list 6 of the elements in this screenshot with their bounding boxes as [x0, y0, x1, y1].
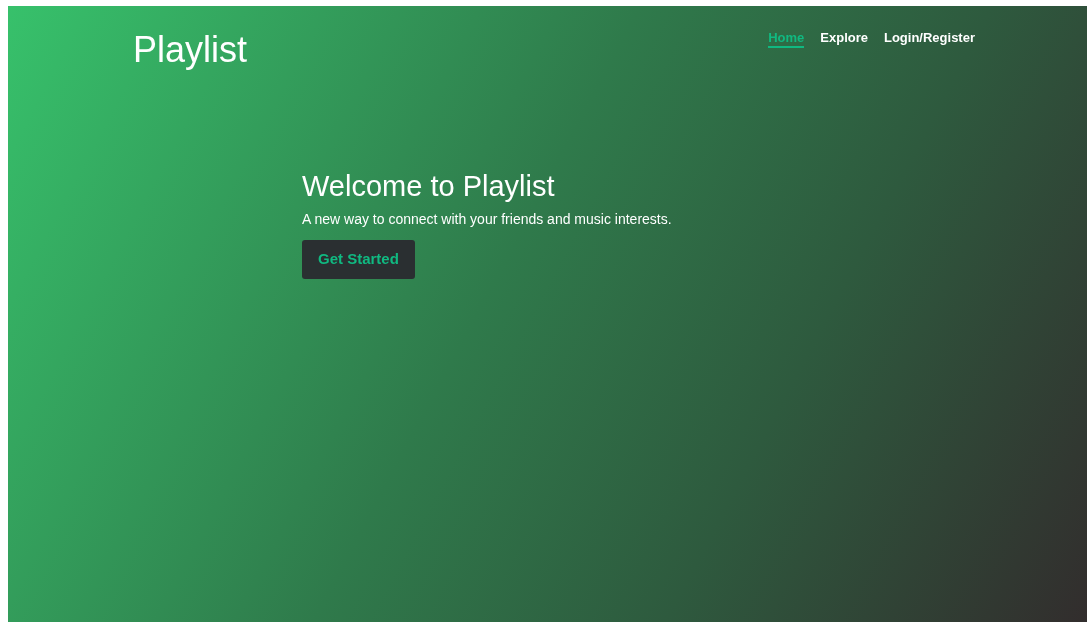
nav-link[interactable]: Login/Register: [884, 30, 975, 48]
brand-title: Playlist: [133, 28, 248, 72]
hero-subtitle: A new way to connect with your friends and music interests.: [302, 210, 672, 229]
hero-title: Welcome to Playlist: [302, 169, 555, 204]
get-started-button[interactable]: Get Started: [302, 240, 415, 279]
nav-link[interactable]: Explore: [820, 30, 868, 48]
